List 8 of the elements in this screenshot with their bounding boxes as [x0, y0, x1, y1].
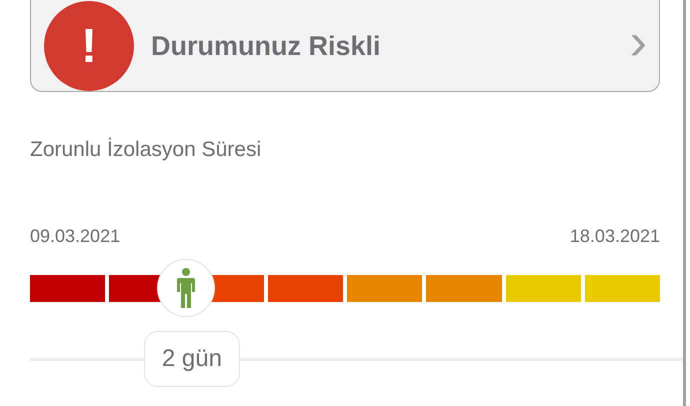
status-card[interactable]: ! Durumunuz Riskli › — [30, 0, 660, 92]
section-title: Zorunlu İzolasyon Süresi — [30, 138, 262, 162]
alert-icon: ! — [44, 1, 134, 91]
end-date: 18.03.2021 — [570, 226, 660, 247]
chevron-icon: › — [630, 16, 647, 68]
duration-label: 2 gün — [144, 331, 240, 387]
start-date: 09.03.2021 — [30, 226, 120, 247]
person-icon — [175, 268, 198, 308]
